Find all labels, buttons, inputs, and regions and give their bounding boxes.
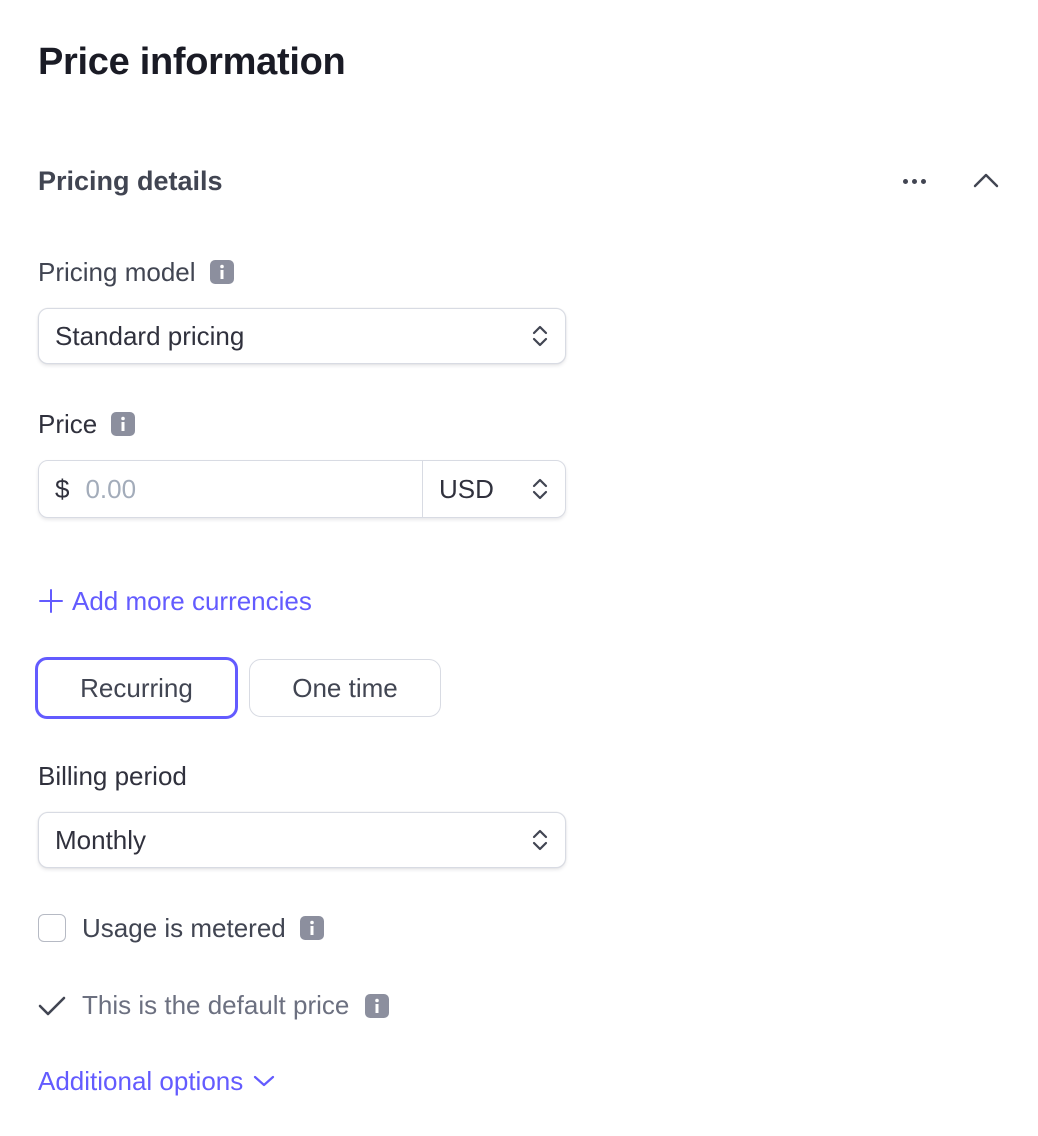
select-arrows-icon bbox=[532, 325, 548, 347]
default-price-row: This is the default price bbox=[38, 990, 390, 1021]
additional-options-link[interactable]: Additional options bbox=[38, 1064, 275, 1098]
billing-period-value: Monthly bbox=[55, 824, 147, 855]
price-label: Price bbox=[38, 409, 98, 439]
currency-select[interactable]: USD bbox=[423, 461, 565, 517]
info-icon[interactable] bbox=[365, 993, 390, 1018]
info-icon[interactable] bbox=[299, 916, 324, 940]
pricing-model-select[interactable]: Standard pricing bbox=[38, 308, 566, 364]
more-options-button[interactable] bbox=[892, 164, 936, 198]
one-time-option-label: One time bbox=[292, 672, 398, 703]
price-amount-input[interactable] bbox=[85, 473, 366, 505]
usage-metered-checkbox[interactable] bbox=[38, 914, 66, 942]
page-title: Price information bbox=[38, 41, 346, 83]
billing-period-label: Billing period bbox=[38, 761, 187, 791]
add-more-currencies-label: Add more currencies bbox=[72, 586, 312, 616]
additional-options-label: Additional options bbox=[38, 1066, 244, 1096]
pricing-model-value: Standard pricing bbox=[55, 320, 245, 351]
chevron-up-icon bbox=[973, 173, 999, 188]
section-title: Pricing details bbox=[38, 166, 223, 196]
usage-metered-row: Usage is metered bbox=[82, 912, 324, 944]
collapse-section-button[interactable] bbox=[964, 160, 1008, 200]
currency-value: USD bbox=[439, 473, 494, 504]
select-arrows-icon bbox=[532, 829, 548, 851]
billing-period-label-row: Billing period bbox=[38, 760, 187, 792]
price-input-group: $ USD bbox=[38, 460, 566, 518]
select-arrows-icon bbox=[532, 478, 548, 500]
one-time-option-button[interactable]: One time bbox=[249, 659, 441, 717]
recurring-option-button[interactable]: Recurring bbox=[35, 657, 238, 719]
price-amount-wrapper: $ bbox=[39, 461, 423, 517]
check-icon bbox=[38, 996, 66, 1015]
billing-period-select[interactable]: Monthly bbox=[38, 812, 566, 868]
pricing-model-label-row: Pricing model bbox=[38, 256, 234, 288]
add-more-currencies-link[interactable]: Add more currencies bbox=[38, 584, 312, 618]
currency-symbol: $ bbox=[55, 473, 70, 504]
recurring-option-label: Recurring bbox=[80, 672, 193, 703]
info-icon[interactable] bbox=[111, 412, 136, 436]
chevron-down-icon bbox=[254, 1075, 275, 1087]
default-price-label: This is the default price bbox=[82, 990, 350, 1020]
price-label-row: Price bbox=[38, 408, 136, 440]
pricing-model-label: Pricing model bbox=[38, 257, 196, 287]
usage-metered-label[interactable]: Usage is metered bbox=[82, 912, 286, 944]
more-icon bbox=[902, 178, 926, 184]
plus-icon bbox=[39, 589, 63, 613]
info-icon[interactable] bbox=[209, 260, 234, 284]
